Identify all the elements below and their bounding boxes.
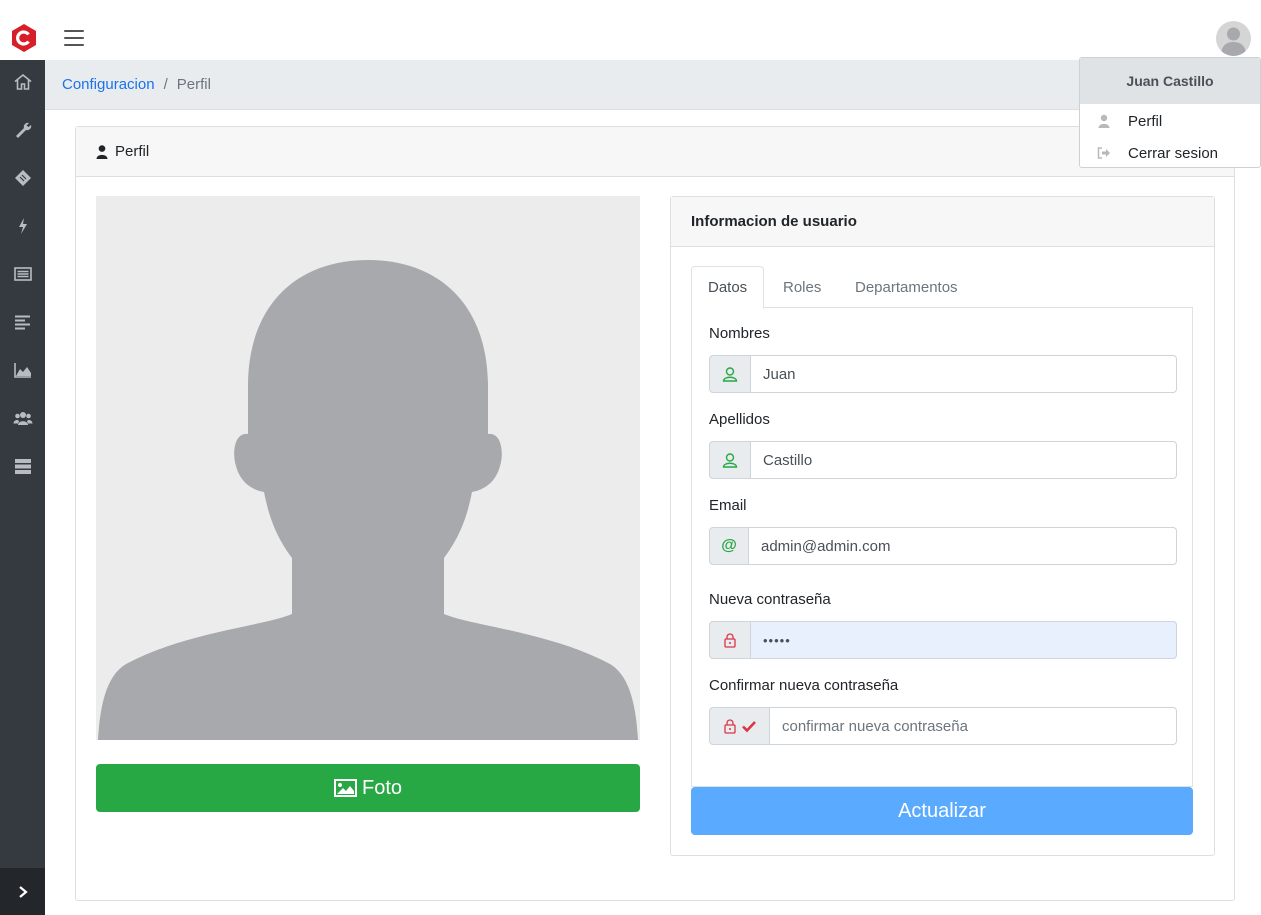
user-menu-item-cerrar-sesion[interactable]: Cerrar sesion <box>1080 138 1260 168</box>
nombres-input[interactable] <box>751 355 1177 393</box>
profile-card-header: Perfil <box>76 127 1234 177</box>
tab-label: Roles <box>783 278 822 296</box>
sidebar <box>0 60 45 915</box>
profile-photo <box>96 196 640 740</box>
area-chart-icon[interactable] <box>0 350 45 390</box>
image-icon <box>333 779 357 797</box>
breadcrumb-current: Perfil <box>176 76 211 93</box>
apellidos-input[interactable] <box>751 441 1177 479</box>
brand-logo-icon[interactable] <box>10 24 38 52</box>
sign-out-icon <box>1097 147 1110 159</box>
nombres-input-group <box>709 355 1177 393</box>
email-input[interactable] <box>749 527 1177 565</box>
user-icon <box>1098 114 1110 128</box>
tab-datos[interactable]: Datos <box>691 266 765 309</box>
user-menu-title: Juan Castillo <box>1080 58 1260 104</box>
new-password-input-group <box>709 621 1177 659</box>
card-title: Perfil <box>115 143 150 160</box>
tab-departamentos[interactable]: Departamentos <box>839 266 974 308</box>
tab-label: Departamentos <box>855 278 958 296</box>
lock-icon <box>709 621 751 659</box>
breadcrumb-separator: / <box>163 76 168 93</box>
new-password-label: Nueva contraseña <box>709 591 831 608</box>
tab-content-datos: Nombres Apellidos Email @ <box>691 307 1193 787</box>
user-menu-item-label: Perfil <box>1128 112 1163 130</box>
apellidos-label: Apellidos <box>709 411 770 428</box>
user-outline-icon <box>709 441 751 479</box>
user-menu-item-label: Cerrar sesion <box>1128 144 1219 162</box>
top-navbar <box>0 0 1261 60</box>
confirm-password-input-group <box>709 707 1177 745</box>
ticket-icon[interactable] <box>0 158 45 198</box>
bolt-icon[interactable] <box>0 206 45 246</box>
sidebar-expand-chevron-icon[interactable] <box>0 868 45 915</box>
menu-toggle-icon[interactable] <box>64 30 84 46</box>
tab-roles[interactable]: Roles <box>767 266 837 308</box>
server-icon[interactable] <box>0 446 45 486</box>
at-sign-icon: @ <box>709 527 749 565</box>
users-icon[interactable] <box>0 398 45 438</box>
user-icon <box>96 144 108 159</box>
profile-card: Perfil Foto Informacion de usuario Datos… <box>75 126 1235 901</box>
update-button[interactable]: Actualizar <box>691 787 1193 835</box>
confirm-password-input[interactable] <box>770 707 1177 745</box>
new-password-input[interactable] <box>751 621 1177 659</box>
user-info-tabs: Datos Roles Departamentos <box>691 266 1193 309</box>
home-icon[interactable] <box>0 62 45 102</box>
photo-upload-button[interactable]: Foto <box>96 764 640 812</box>
confirm-password-label: Confirmar nueva contraseña <box>709 677 899 694</box>
email-label: Email <box>709 497 747 514</box>
email-input-group: @ <box>709 527 1177 565</box>
user-info-panel: Informacion de usuario Datos Roles Depar… <box>670 196 1215 856</box>
nombres-label: Nombres <box>709 325 770 342</box>
wrench-icon[interactable] <box>0 110 45 150</box>
list-alt-icon[interactable] <box>0 254 45 294</box>
tab-label: Datos <box>708 279 748 296</box>
breadcrumb-link-configuracion[interactable]: Configuracion <box>62 76 155 93</box>
user-avatar[interactable] <box>1216 21 1251 56</box>
user-info-title: Informacion de usuario <box>671 197 1214 247</box>
user-outline-icon <box>709 355 751 393</box>
avatar-silhouette-icon <box>98 260 638 740</box>
photo-button-label: Foto <box>361 776 403 799</box>
apellidos-input-group <box>709 441 1177 479</box>
user-menu-dropdown: Juan Castillo Perfil Cerrar sesion <box>1079 57 1261 168</box>
lock-check-icon <box>709 707 770 745</box>
align-left-icon[interactable] <box>0 302 45 342</box>
user-menu-item-perfil[interactable]: Perfil <box>1080 106 1260 136</box>
